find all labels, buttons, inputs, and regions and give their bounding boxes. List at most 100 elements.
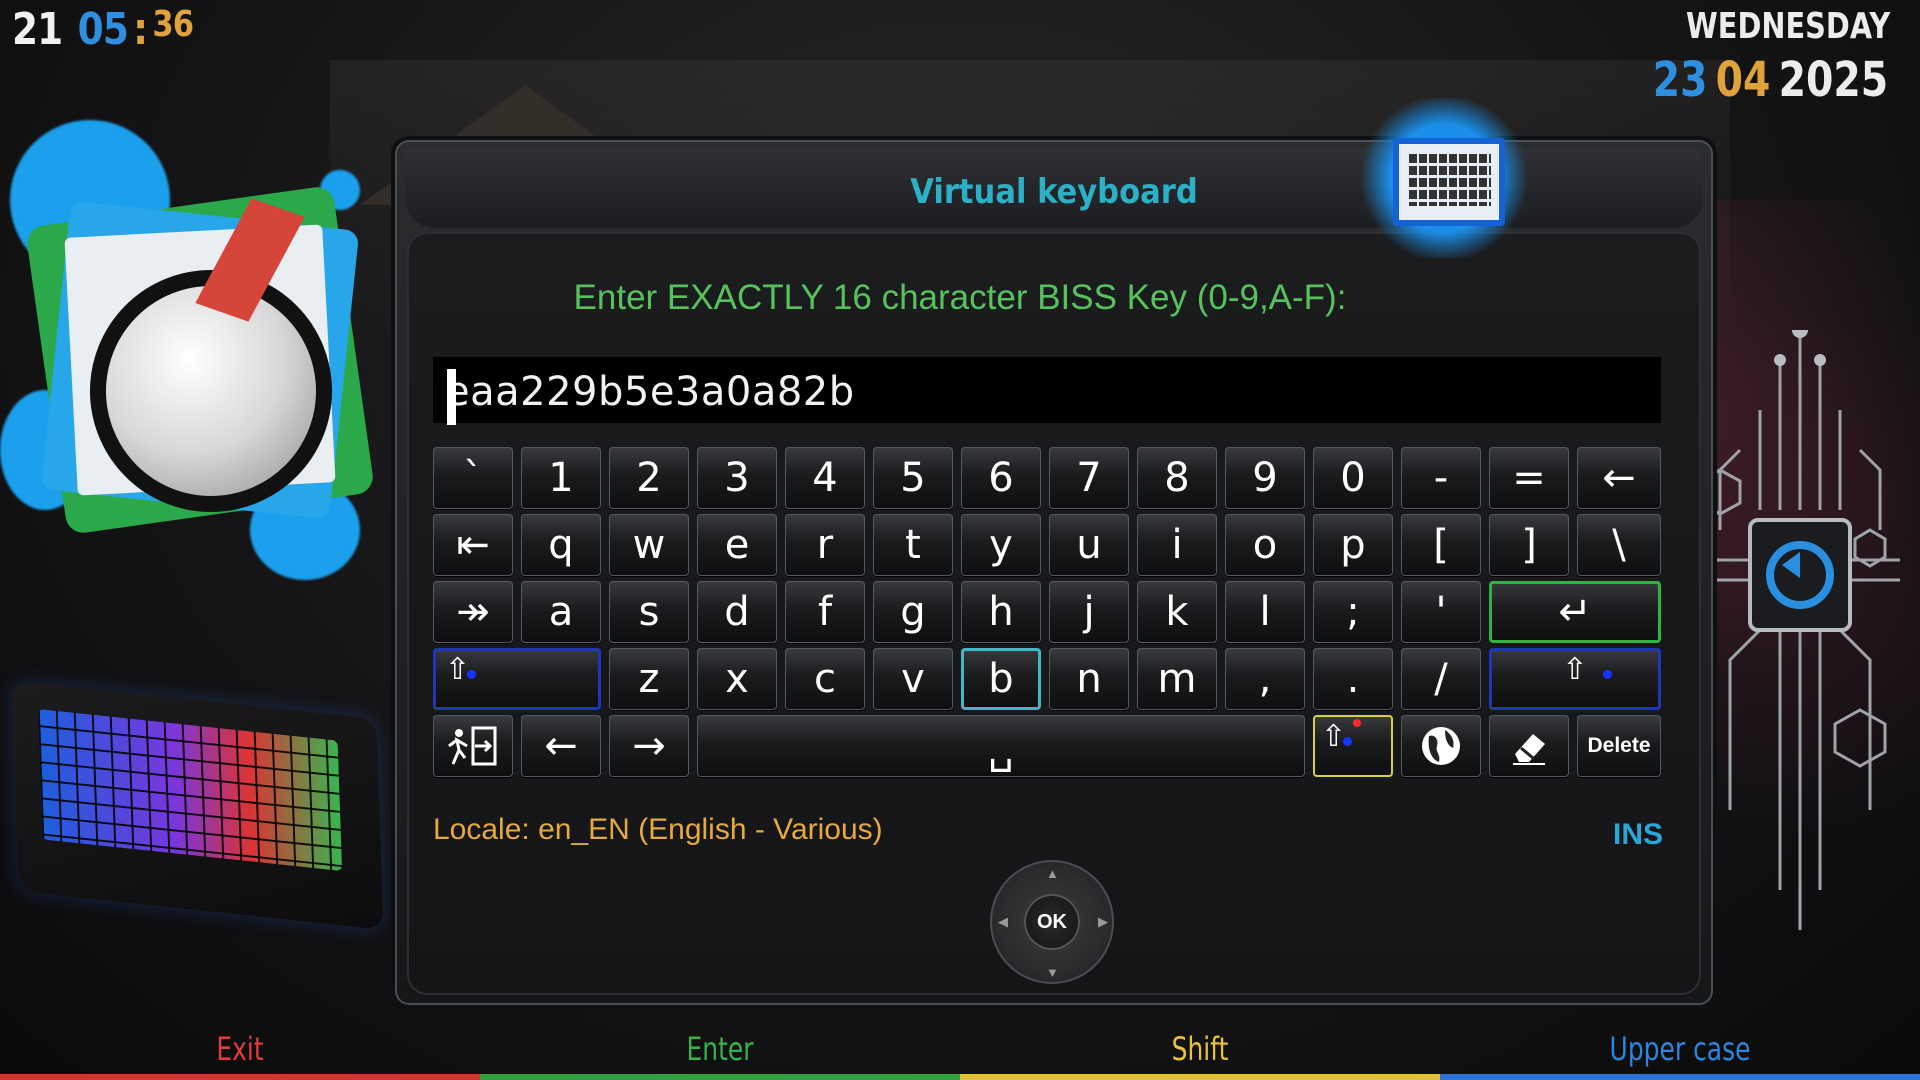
key-n[interactable]: n bbox=[1049, 648, 1129, 710]
blue-button-upper-case[interactable]: Upper case bbox=[1493, 1030, 1867, 1068]
key-equals[interactable]: = bbox=[1489, 447, 1569, 509]
key-7[interactable]: 7 bbox=[1049, 447, 1129, 509]
key-z[interactable]: z bbox=[609, 648, 689, 710]
exit-icon bbox=[448, 726, 497, 766]
clock-seconds: 36 bbox=[152, 4, 194, 45]
input-value: eaa229b5e3a0a82b bbox=[445, 369, 855, 415]
key-a[interactable]: a bbox=[521, 581, 601, 643]
key-u[interactable]: u bbox=[1049, 514, 1129, 576]
key-semicolon[interactable]: ; bbox=[1313, 581, 1393, 643]
key-q[interactable]: q bbox=[521, 514, 601, 576]
key-r[interactable]: r bbox=[785, 514, 865, 576]
key-e[interactable]: e bbox=[697, 514, 777, 576]
key-o[interactable]: o bbox=[1225, 514, 1305, 576]
key-backspace[interactable]: ← bbox=[1577, 447, 1661, 509]
key-x[interactable]: x bbox=[697, 648, 777, 710]
clock: 21 05:36 bbox=[12, 4, 194, 55]
key-shift-right[interactable]: ⇧ bbox=[1489, 648, 1661, 710]
weekday: WEDNESDAY bbox=[1685, 6, 1890, 47]
key-apostrophe[interactable]: ' bbox=[1401, 581, 1481, 643]
key-8[interactable]: 8 bbox=[1137, 447, 1217, 509]
key-2[interactable]: 2 bbox=[609, 447, 689, 509]
key-enter[interactable]: ↵ bbox=[1489, 581, 1661, 643]
biss-key-input[interactable]: eaa229b5e3a0a82b bbox=[433, 357, 1661, 425]
key-slash[interactable]: / bbox=[1401, 648, 1481, 710]
key-3[interactable]: 3 bbox=[697, 447, 777, 509]
key-d[interactable]: d bbox=[697, 581, 777, 643]
key-p[interactable]: p bbox=[1313, 514, 1393, 576]
key-tab[interactable]: ↠ bbox=[433, 581, 513, 643]
key-period[interactable]: . bbox=[1313, 648, 1393, 710]
date-year: 2025 bbox=[1778, 52, 1888, 108]
key-delete[interactable]: Delete bbox=[1577, 715, 1661, 777]
red-bar bbox=[0, 1074, 480, 1080]
key-v[interactable]: v bbox=[873, 648, 953, 710]
key-0[interactable]: 0 bbox=[1313, 447, 1393, 509]
clock-minutes: 05 bbox=[77, 4, 129, 55]
key-exit[interactable] bbox=[433, 715, 513, 777]
key-right-bracket[interactable]: ] bbox=[1489, 514, 1569, 576]
caps-indicator-dot bbox=[1343, 737, 1352, 746]
key-caps-lock[interactable]: ⇧ bbox=[1313, 715, 1393, 777]
key-m[interactable]: m bbox=[1137, 648, 1217, 710]
prompt-text: Enter EXACTLY 16 character BISS Key (0-9… bbox=[573, 278, 1347, 317]
yellow-button-shift[interactable]: Shift bbox=[1013, 1030, 1387, 1068]
date: 23 04 2025 bbox=[1653, 52, 1888, 108]
key-backtab[interactable]: ⇤ bbox=[433, 514, 513, 576]
key-i[interactable]: i bbox=[1137, 514, 1217, 576]
key-k[interactable]: k bbox=[1137, 581, 1217, 643]
globe-icon bbox=[1422, 727, 1460, 765]
key-g[interactable]: g bbox=[873, 581, 953, 643]
blue-bar bbox=[1440, 1074, 1920, 1080]
key-minus[interactable]: - bbox=[1401, 447, 1481, 509]
key-backslash[interactable]: \ bbox=[1577, 514, 1661, 576]
key-backtick[interactable]: ` bbox=[433, 447, 513, 509]
shift-indicator-dot bbox=[1603, 670, 1612, 679]
key-b[interactable]: b bbox=[961, 648, 1041, 710]
color-button-bar: Exit Enter Shift Upper case bbox=[0, 1020, 1920, 1080]
dpad-left-arrow-icon: ◀ bbox=[998, 914, 1008, 929]
key-9[interactable]: 9 bbox=[1225, 447, 1305, 509]
shift-icon: ⇧ bbox=[1562, 652, 1588, 687]
ok-button[interactable]: OK bbox=[1024, 894, 1080, 950]
key-4[interactable]: 4 bbox=[785, 447, 865, 509]
circuit-chip-icon bbox=[1698, 330, 1900, 930]
dpad-down-arrow-icon: ▼ bbox=[1046, 965, 1059, 980]
key-c[interactable]: c bbox=[785, 648, 865, 710]
locale-label: Locale: en_EN (English - Various) bbox=[433, 813, 883, 846]
key-s[interactable]: s bbox=[609, 581, 689, 643]
shift-indicator-dot bbox=[467, 670, 476, 679]
key-comma[interactable]: , bbox=[1225, 648, 1305, 710]
key-left-bracket[interactable]: [ bbox=[1401, 514, 1481, 576]
insert-mode-indicator: INS bbox=[1613, 818, 1664, 851]
date-month: 04 bbox=[1715, 52, 1771, 108]
key-shift-left[interactable]: ⇧ bbox=[433, 648, 601, 710]
delete-label: Delete bbox=[1587, 734, 1651, 757]
key-j[interactable]: j bbox=[1049, 581, 1129, 643]
key-t[interactable]: t bbox=[873, 514, 953, 576]
dpad-right-arrow-icon: ▶ bbox=[1098, 914, 1108, 929]
key-6[interactable]: 6 bbox=[961, 447, 1041, 509]
yellow-bar bbox=[960, 1074, 1440, 1080]
key-w[interactable]: w bbox=[609, 514, 689, 576]
clock-separator: : bbox=[133, 4, 148, 55]
key-locale[interactable] bbox=[1401, 715, 1481, 777]
date-day: 23 bbox=[1652, 52, 1708, 108]
remote-dpad-icon: ▲ ▼ ◀ ▶ OK bbox=[990, 860, 1114, 984]
text-cursor bbox=[447, 369, 456, 425]
key-f[interactable]: f bbox=[785, 581, 865, 643]
green-button-enter[interactable]: Enter bbox=[533, 1030, 907, 1068]
key-cursor-right[interactable]: → bbox=[609, 715, 689, 777]
key-clear[interactable] bbox=[1489, 715, 1569, 777]
key-cursor-left[interactable]: ← bbox=[521, 715, 601, 777]
key-space[interactable]: ␣ bbox=[697, 715, 1305, 777]
key-y[interactable]: y bbox=[961, 514, 1041, 576]
caps-red-indicator bbox=[1353, 719, 1361, 727]
keyboard-icon bbox=[1355, 98, 1533, 258]
key-5[interactable]: 5 bbox=[873, 447, 953, 509]
red-button-exit[interactable]: Exit bbox=[53, 1030, 427, 1068]
key-l[interactable]: l bbox=[1225, 581, 1305, 643]
dpad-up-arrow-icon: ▲ bbox=[1046, 866, 1059, 881]
key-h[interactable]: h bbox=[961, 581, 1041, 643]
key-1[interactable]: 1 bbox=[521, 447, 601, 509]
